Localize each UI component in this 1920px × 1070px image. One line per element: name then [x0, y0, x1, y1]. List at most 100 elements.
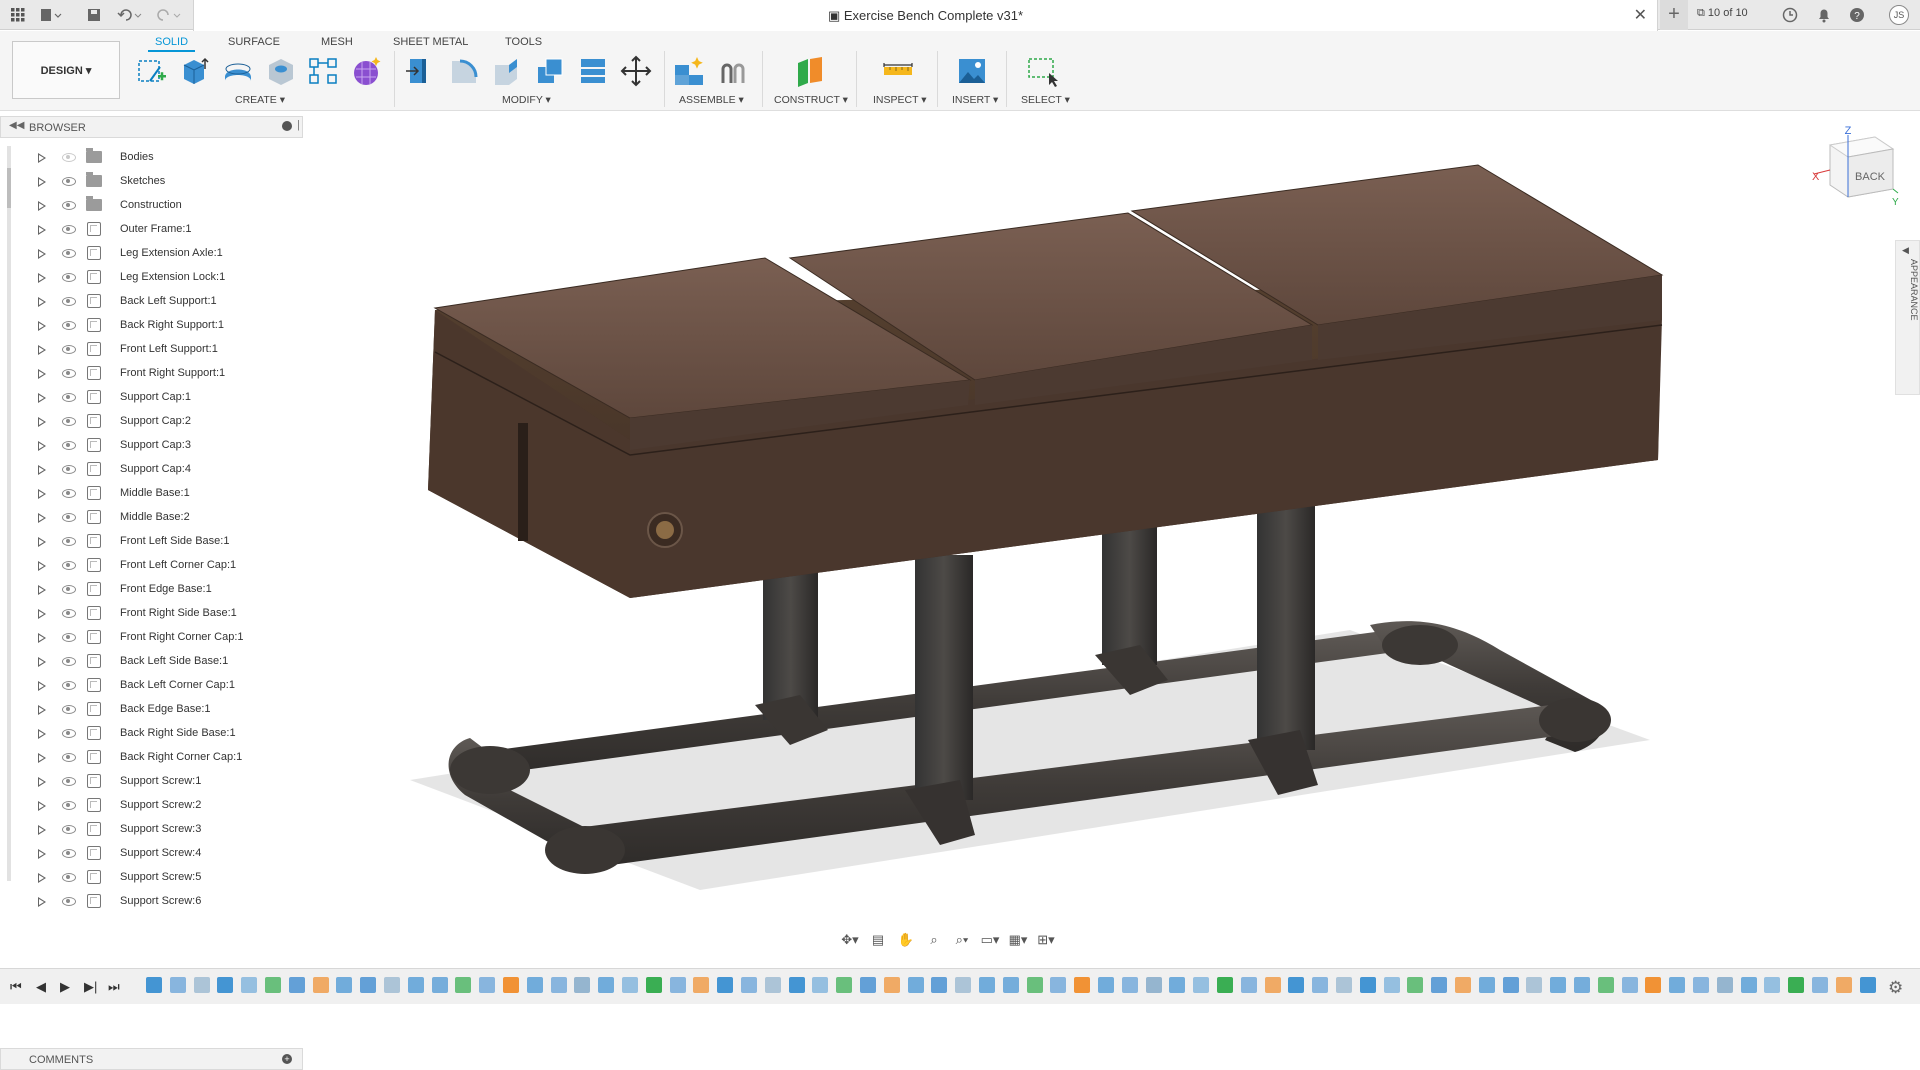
visibility-eye-icon[interactable]	[62, 825, 76, 834]
visibility-eye-icon[interactable]	[62, 753, 76, 762]
browser-item[interactable]: Construction	[0, 194, 303, 218]
new-tab-icon[interactable]: +	[1660, 0, 1688, 30]
timeline-feature-icon[interactable]	[1526, 977, 1543, 993]
app-grid-icon[interactable]	[8, 5, 28, 25]
grid-settings-icon[interactable]: ▦▾	[1006, 930, 1030, 950]
timeline-feature-icon[interactable]	[526, 977, 543, 993]
timeline-feature-icon[interactable]	[907, 977, 924, 993]
browser-item[interactable]: Front Right Side Base:1	[0, 602, 303, 626]
expand-arrow-icon[interactable]	[38, 489, 46, 499]
timeline-feature-icon[interactable]	[431, 977, 448, 993]
timeline-feature-icon[interactable]	[1240, 977, 1257, 993]
timeline-feature-icon[interactable]	[1574, 977, 1590, 993]
save-icon[interactable]	[84, 5, 104, 25]
zoom-icon[interactable]: ⌕	[922, 930, 946, 950]
timeline-feature-icon[interactable]	[1478, 977, 1495, 993]
visibility-eye-icon[interactable]	[62, 777, 76, 786]
timeline-feature-icon[interactable]	[1431, 977, 1448, 993]
workspace-switcher[interactable]: DESIGN ▾	[12, 41, 120, 99]
visibility-eye-icon[interactable]	[62, 417, 76, 426]
file-menu-icon[interactable]	[38, 5, 64, 25]
timeline-feature-icon[interactable]	[1764, 977, 1781, 993]
group-assemble[interactable]: ASSEMBLE ▾	[679, 94, 744, 106]
browser-pin-icon[interactable]: |	[297, 119, 300, 131]
timeline-feature-icon[interactable]	[1217, 977, 1233, 993]
group-construct[interactable]: CONSTRUCT ▾	[774, 94, 848, 106]
browser-item[interactable]: Back Right Corner Cap:1	[0, 746, 303, 770]
expand-arrow-icon[interactable]	[38, 753, 46, 763]
group-create[interactable]: CREATE ▾	[235, 94, 285, 106]
expand-arrow-icon[interactable]	[38, 849, 46, 859]
browser-item[interactable]: Back Right Support:1	[0, 314, 303, 338]
timeline-feature-icon[interactable]	[336, 977, 353, 993]
timeline-feature-icon[interactable]	[1669, 977, 1686, 993]
timeline-feature-icon[interactable]	[1693, 977, 1709, 993]
back-left-corner-cap[interactable]	[450, 746, 530, 794]
group-insert[interactable]: INSERT ▾	[952, 94, 998, 106]
browser-item[interactable]: Front Left Side Base:1	[0, 530, 303, 554]
front-left-support[interactable]	[915, 555, 973, 800]
version-indicator[interactable]: ⧉ 10 of 10	[1697, 7, 1748, 20]
expand-arrow-icon[interactable]	[38, 657, 46, 667]
tab-mesh[interactable]: MESH	[314, 34, 360, 50]
timeline-feature-icon[interactable]	[265, 977, 281, 993]
timeline-feature-icon[interactable]	[146, 977, 162, 993]
expand-arrow-icon[interactable]	[38, 681, 46, 691]
redo-icon[interactable]	[155, 5, 183, 25]
visibility-eye-icon[interactable]	[62, 345, 76, 354]
align-icon[interactable]	[577, 55, 609, 87]
timeline-feature-icon[interactable]	[1002, 977, 1019, 993]
browser-item[interactable]: Front Left Corner Cap:1	[0, 554, 303, 578]
browser-item[interactable]: Leg Extension Axle:1	[0, 242, 303, 266]
timeline-feature-icon[interactable]	[955, 977, 972, 993]
browser-item[interactable]: Bodies	[0, 146, 303, 170]
browser-item[interactable]: Support Cap:3	[0, 434, 303, 458]
press-pull-icon[interactable]	[404, 55, 436, 87]
help-icon[interactable]: ?	[1847, 5, 1867, 25]
expand-arrow-icon[interactable]	[38, 609, 46, 619]
appearance-expand-icon[interactable]: ◀	[1902, 245, 1909, 256]
timeline-feature-icon[interactable]	[645, 977, 662, 993]
bench-model[interactable]	[305, 111, 1920, 951]
go-to-end-icon[interactable]: ⏭	[108, 979, 120, 995]
leg-extension-lock[interactable]	[518, 423, 528, 541]
visibility-eye-icon[interactable]	[62, 633, 76, 642]
revolve-icon[interactable]	[222, 55, 254, 87]
timeline-feature-icon[interactable]	[1169, 977, 1186, 993]
orbit-icon[interactable]: ✥▾	[838, 930, 862, 950]
timeline-feature-icon[interactable]	[693, 977, 710, 993]
expand-arrow-icon[interactable]	[38, 417, 46, 427]
timeline-feature-icon[interactable]	[1336, 977, 1352, 993]
expand-arrow-icon[interactable]	[38, 321, 46, 331]
timeline-feature-icon[interactable]	[669, 977, 686, 993]
browser-item[interactable]: Front Edge Base:1	[0, 578, 303, 602]
browser-item[interactable]: Sketches	[0, 170, 303, 194]
visibility-eye-icon[interactable]	[62, 297, 76, 306]
browser-item[interactable]: Support Screw:5	[0, 866, 303, 890]
expand-arrow-icon[interactable]	[38, 777, 46, 787]
tab-tools[interactable]: TOOLS	[498, 34, 549, 50]
tab-sheet-metal[interactable]: SHEET METAL	[386, 34, 475, 50]
expand-arrow-icon[interactable]	[38, 345, 46, 355]
step-back-icon[interactable]: ◀	[36, 979, 46, 995]
visibility-eye-icon[interactable]	[62, 321, 76, 330]
timeline-feature-icon[interactable]	[1502, 977, 1519, 993]
create-sketch-icon[interactable]	[136, 55, 168, 87]
timeline-feature-icon[interactable]	[1788, 977, 1805, 993]
timeline-feature-icon[interactable]	[1145, 977, 1162, 993]
view-cube[interactable]: BACK Z X Y	[1810, 125, 1900, 215]
expand-arrow-icon[interactable]	[38, 585, 46, 595]
timeline-feature-icon[interactable]	[1359, 977, 1376, 993]
construct-plane-icon[interactable]	[794, 55, 826, 87]
expand-arrow-icon[interactable]	[38, 369, 46, 379]
timeline-feature-icon[interactable]	[1193, 977, 1210, 993]
timeline-feature-icon[interactable]	[1621, 977, 1638, 993]
play-icon[interactable]: ▶	[60, 979, 70, 995]
collapse-panel-icon[interactable]: ◀◀	[9, 120, 24, 131]
chamfer-icon[interactable]	[491, 55, 523, 87]
browser-item[interactable]: Support Screw:3	[0, 818, 303, 842]
fit-icon[interactable]: ⌕▾	[950, 930, 974, 950]
timeline-feature-icon[interactable]	[384, 977, 400, 993]
timeline-feature-icon[interactable]	[550, 977, 567, 993]
timeline-feature-icon[interactable]	[598, 977, 615, 993]
